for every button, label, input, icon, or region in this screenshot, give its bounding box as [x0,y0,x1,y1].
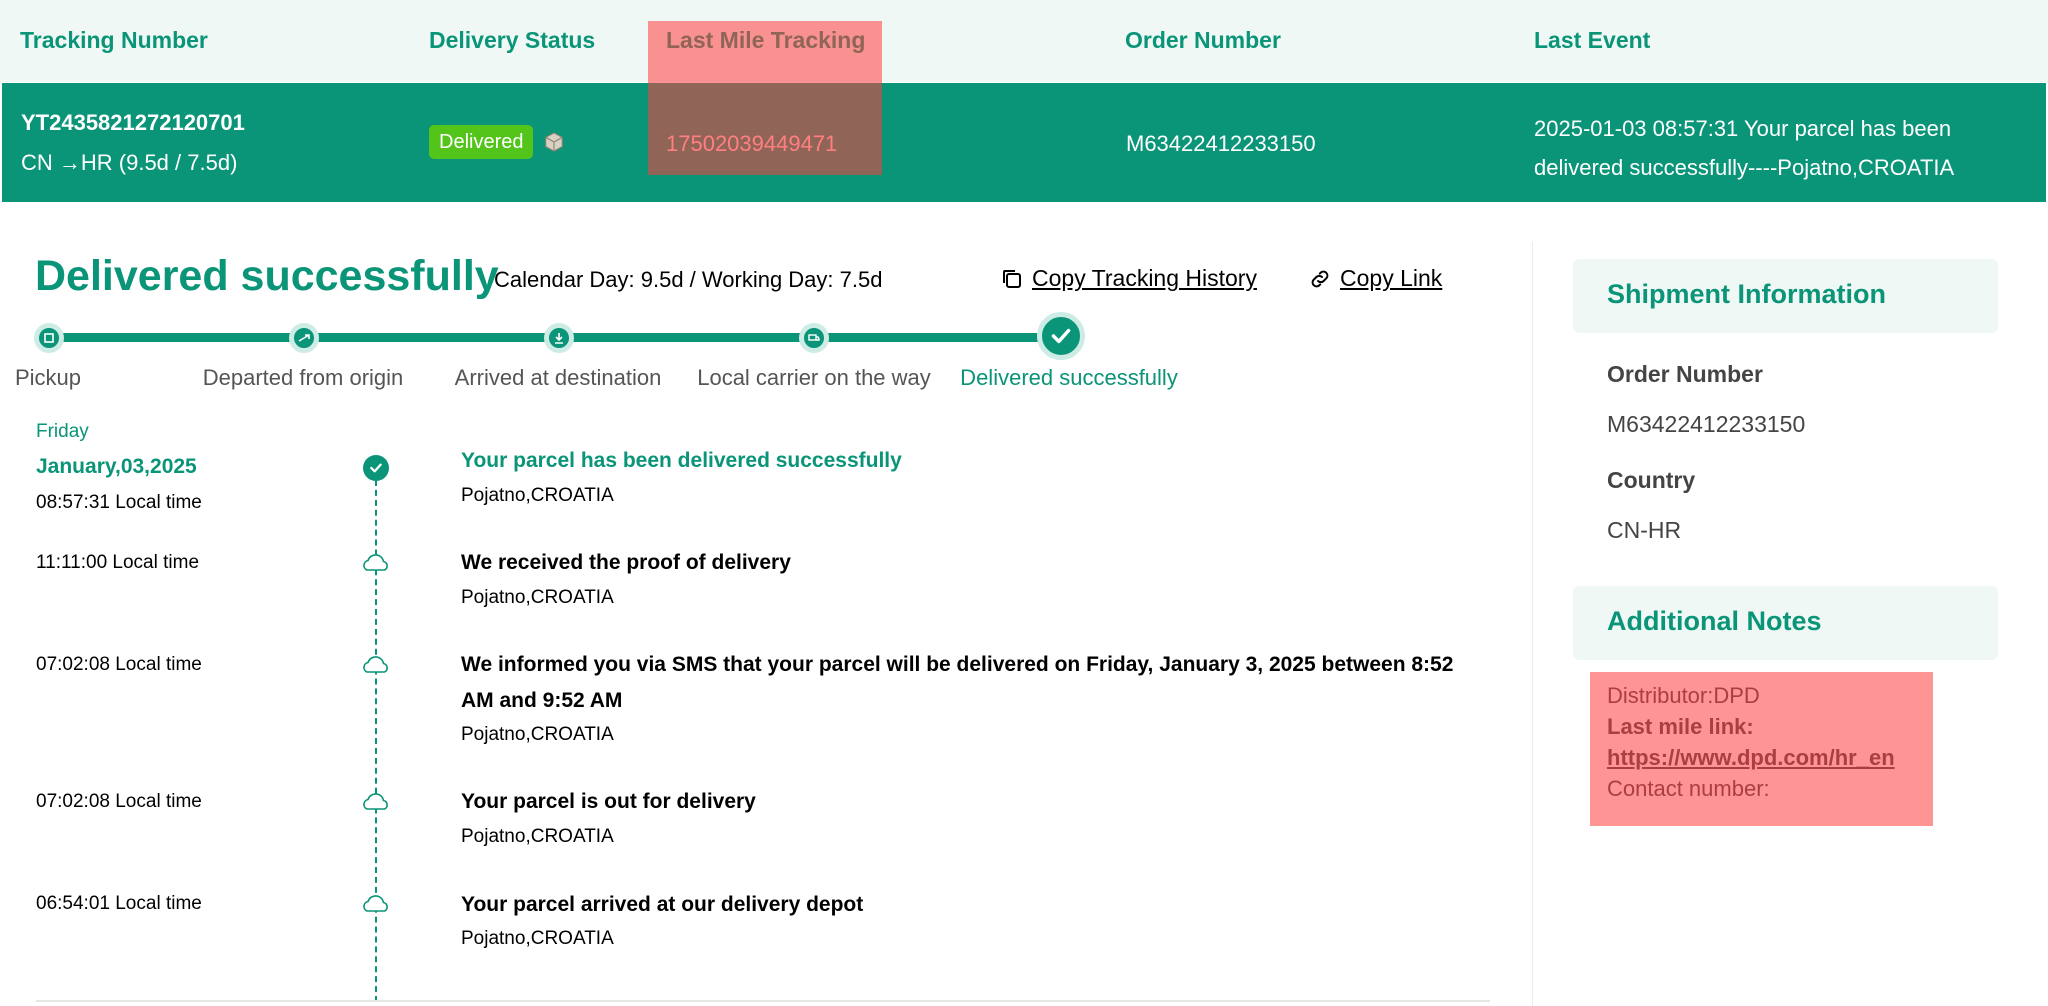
distributor-text: Distributor:DPD [1607,683,1760,708]
event-time: 11:11:00 Local time [36,552,200,573]
order-number: M63422412233150 [1126,131,1316,156]
package-icon [545,132,563,152]
departed-step-icon [289,323,319,353]
event-title: We informed you via SMS that your parcel… [461,653,1454,712]
delivery-status-title: Delivered successfully [35,252,499,300]
divider [1532,242,1533,1006]
tracking-table-header: Tracking Number Delivery Status Last Mil… [0,0,2048,82]
header-tracking-number: Tracking Number [20,27,208,53]
tracking-number[interactable]: YT2435821272120701 [21,110,245,136]
cloud-icon [363,793,388,810]
event-location: Pojatno,CROATIA [461,826,614,847]
header-order-number: Order Number [1125,27,1281,53]
copy-link-label: Copy Link [1340,265,1443,291]
copy-link-button[interactable]: Copy Link [1308,265,1442,292]
shipment-info-title: Shipment Information [1607,279,1886,309]
status-badge: Delivered [429,125,534,159]
delivered-check-icon [1037,312,1085,360]
contact-number-label: Contact number: [1607,776,1770,801]
tracking-table-row[interactable]: YT2435821272120701 CN →HR (9.5d / 7.5d) … [2,83,2046,202]
event-location: Pojatno,CROATIA [461,485,614,506]
country-label: Country [1607,467,1696,493]
shipment-info-card: Shipment Information [1573,259,1998,333]
event-time: 06:54:01 Local time [36,893,202,914]
last-mile-link[interactable]: https://www.dpd.com/hr_en [1607,745,1895,770]
truck-step-icon [799,323,829,353]
copy-tracking-history-label: Copy Tracking History [1032,265,1257,291]
copy-icon [1003,269,1021,288]
event-title: Your parcel has been delivered successfu… [461,449,902,472]
step-label-arrived: Arrived at destination [454,365,662,390]
step-label-pickup: Pickup [14,365,82,390]
arrived-step-icon [544,323,574,353]
copy-tracking-history-button[interactable]: Copy Tracking History [1000,265,1257,292]
additional-notes-content: Distributor:DPD Last mile link: https://… [1607,680,1895,804]
event-title: Your parcel is out for delivery [461,790,756,813]
route-info: CN →HR (9.5d / 7.5d) [21,150,238,175]
last-mile-tracking-number[interactable]: 17502039449471 [666,131,837,157]
event-location: Pojatno,CROATIA [461,724,614,745]
header-last-event: Last Event [1534,27,1651,53]
event-time: 07:02:08 Local time [36,791,202,812]
step-label-delivered: Delivered successfully [960,365,1178,390]
cloud-icon [363,554,388,571]
link-icon [1311,270,1329,287]
order-number-value: M63422412233150 [1607,411,1806,437]
additional-notes-title: Additional Notes [1607,606,1822,636]
step-label-local-carrier: Local carrier on the way [697,365,931,390]
event-location: Pojatno,CROATIA [461,587,614,608]
timeline-date: January,03,2025 [36,455,197,478]
event-title: Your parcel arrived at our delivery depo… [461,893,864,916]
cloud-icon [363,656,388,673]
header-delivery-status: Delivery Status [429,27,596,53]
order-number-label: Order Number [1607,361,1763,387]
step-label-departed: Departed from origin [202,365,404,390]
event-location: Pojatno,CROATIA [461,928,614,949]
additional-notes-card: Additional Notes [1573,586,1998,660]
country-value: CN-HR [1607,517,1682,543]
event-time: 08:57:31 Local time [36,492,202,513]
last-event: 2025-01-03 08:57:31 Your parcel has been… [1534,116,1955,180]
event-time: 07:02:08 Local time [36,654,202,675]
check-circle-icon [363,455,389,481]
timeline-day-name: Friday [36,421,89,442]
divider [36,1000,1490,1002]
event-title: We received the proof of delivery [461,551,791,574]
pickup-step-icon [34,323,64,353]
last-mile-link-label: Last mile link: [1607,714,1754,739]
cloud-icon [363,895,388,912]
transit-days: Calendar Day: 9.5d / Working Day: 7.5d [494,267,883,292]
header-last-mile-tracking: Last Mile Tracking [666,27,866,53]
